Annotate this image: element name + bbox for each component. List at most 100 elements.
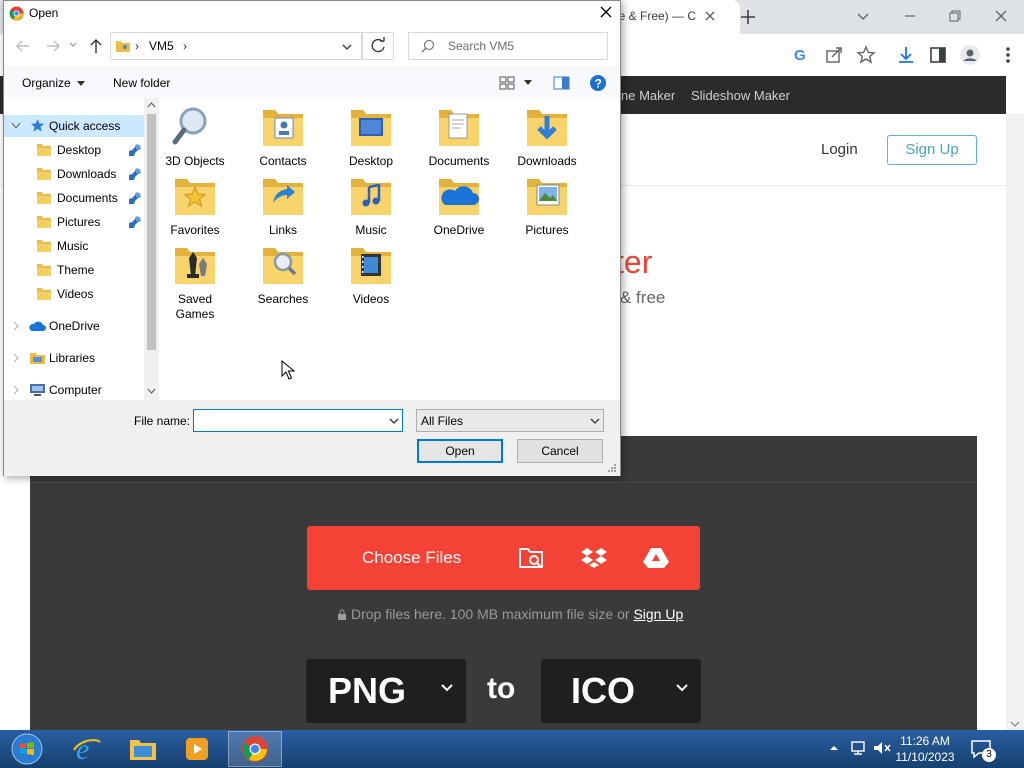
nav-item-documents[interactable]: Documents <box>4 187 144 209</box>
favorites-folder-icon <box>171 173 219 221</box>
nav-item-label: Desktop <box>57 143 102 157</box>
file-type-filter-select[interactable]: All Files <box>416 409 604 432</box>
file-item-links[interactable]: Links <box>243 173 323 238</box>
nav-item-pictures[interactable]: Pictures <box>4 211 144 233</box>
back-arrow-icon[interactable] <box>14 38 32 54</box>
nav-libraries[interactable]: Libraries <box>4 347 144 369</box>
file-name-history-chevron-icon[interactable] <box>389 417 399 425</box>
google-icon[interactable]: G <box>792 46 810 64</box>
organize-menu[interactable]: Organize <box>22 76 86 90</box>
nav-link-maker[interactable]: ne Maker <box>621 88 675 103</box>
pin-icon <box>128 143 142 157</box>
file-item-documents[interactable]: Documents <box>419 104 499 169</box>
file-item-label: Links <box>268 223 297 237</box>
search-input[interactable]: Search VM5 <box>408 32 608 60</box>
file-item-pictures[interactable]: Pictures <box>507 173 587 238</box>
pictures-folder-icon <box>36 214 52 229</box>
links-folder-icon <box>259 173 307 221</box>
file-item-searches[interactable]: Searches <box>243 242 323 307</box>
minimize-icon[interactable] <box>900 6 920 26</box>
recent-locations-chevron-icon[interactable] <box>68 40 78 50</box>
file-item-music[interactable]: Music <box>331 173 411 238</box>
chrome-taskbar-icon[interactable] <box>228 731 282 767</box>
forward-arrow-icon[interactable] <box>44 38 62 54</box>
share-icon[interactable] <box>824 45 844 65</box>
drop-signup-link[interactable]: Sign Up <box>633 606 683 622</box>
start-button[interactable] <box>0 731 54 767</box>
google-drive-icon[interactable] <box>642 546 670 570</box>
internet-explorer-icon[interactable]: e <box>60 731 114 767</box>
chevron-down-icon <box>440 683 454 693</box>
new-folder-button[interactable]: New folder <box>113 76 170 90</box>
preview-pane-icon[interactable] <box>553 76 570 90</box>
navigation-pane: Quick access Desktop Downloads Documents Pi… <box>4 98 159 400</box>
cancel-button[interactable]: Cancel <box>517 439 603 463</box>
window-close-icon[interactable] <box>991 6 1011 26</box>
dropbox-icon[interactable] <box>580 546 608 570</box>
nav-computer[interactable]: Computer <box>4 379 144 400</box>
dialog-title: Open <box>29 6 59 20</box>
media-player-icon[interactable] <box>170 731 224 767</box>
chrome-app-icon <box>9 6 24 21</box>
saved-games-folder-icon <box>171 242 219 290</box>
tab-close-icon[interactable] <box>700 6 720 26</box>
dialog-close-icon[interactable] <box>594 2 618 24</box>
signup-button[interactable]: Sign Up <box>887 135 977 165</box>
browser-menu-icon[interactable] <box>1000 45 1016 65</box>
tray-clock[interactable]: 11:26 AM 11/10/2023 <box>890 733 960 765</box>
from-format-select[interactable]: PNG <box>306 659 466 723</box>
up-arrow-icon[interactable] <box>88 37 104 55</box>
resize-grip-icon[interactable] <box>607 463 617 473</box>
nav-item-videos[interactable]: Videos <box>4 283 144 305</box>
file-item-3d-objects[interactable]: 3D Objects <box>155 104 235 169</box>
tray-expand-icon[interactable] <box>828 742 840 754</box>
file-item-label: Favorites <box>170 223 220 237</box>
nav-item-music[interactable]: Music <box>4 235 144 257</box>
file-item-onedrive[interactable]: OneDrive <box>419 173 499 238</box>
file-name-input[interactable] <box>193 409 403 432</box>
bookmark-star-icon[interactable] <box>856 45 876 65</box>
music-folder-icon <box>36 238 52 253</box>
nav-item-desktop[interactable]: Desktop <box>4 139 144 161</box>
to-format-select[interactable]: ICO <box>541 659 701 723</box>
address-dropdown-chevron-icon[interactable] <box>341 42 353 52</box>
login-link[interactable]: Login <box>821 141 858 158</box>
view-options-icon[interactable] <box>499 76 515 90</box>
notification-center-icon[interactable]: 3 <box>970 738 996 762</box>
address-bar[interactable]: › VM5 › <box>110 32 362 60</box>
network-icon[interactable] <box>850 740 868 756</box>
nav-link-slideshow-maker[interactable]: Slideshow Maker <box>691 88 790 103</box>
profile-avatar-icon[interactable] <box>959 44 981 66</box>
nav-item-theme[interactable]: Theme <box>4 259 144 281</box>
file-item-contacts[interactable]: Contacts <box>243 104 323 169</box>
divider <box>30 482 977 483</box>
file-explorer-icon[interactable] <box>116 731 170 767</box>
expanded-chevron-icon <box>12 123 20 129</box>
file-item-desktop[interactable]: Desktop <box>331 104 411 169</box>
new-tab-icon[interactable] <box>737 6 759 28</box>
contacts-folder-icon <box>259 104 307 152</box>
refresh-button[interactable] <box>362 32 394 60</box>
view-dropdown-chevron-icon[interactable] <box>523 79 533 87</box>
notification-count-badge: 3 <box>982 748 996 762</box>
file-item-videos[interactable]: Videos <box>331 242 411 307</box>
page-scrollbar[interactable] <box>1006 114 1024 730</box>
tab-search-chevron-icon[interactable] <box>853 6 873 26</box>
nav-quick-access[interactable]: Quick access <box>4 115 144 137</box>
restore-icon[interactable] <box>945 6 965 26</box>
breadcrumb-vm5[interactable]: VM5 <box>149 39 174 53</box>
breadcrumb-separator: › <box>135 39 139 53</box>
side-panel-icon[interactable] <box>928 45 948 65</box>
nav-item-label: Downloads <box>57 167 117 181</box>
folder-search-icon[interactable] <box>518 545 546 571</box>
file-item-saved-games[interactable]: Saved Games <box>155 242 235 322</box>
collapsed-chevron-icon <box>13 386 19 394</box>
nav-onedrive[interactable]: OneDrive <box>4 315 144 337</box>
file-item-favorites[interactable]: Favorites <box>155 173 235 238</box>
download-icon[interactable] <box>896 45 916 65</box>
help-icon[interactable]: ? <box>589 74 607 92</box>
nav-item-downloads[interactable]: Downloads <box>4 163 144 185</box>
open-button[interactable]: Open <box>417 439 503 463</box>
volume-muted-icon[interactable] <box>872 740 892 756</box>
file-item-downloads[interactable]: Downloads <box>507 104 587 169</box>
